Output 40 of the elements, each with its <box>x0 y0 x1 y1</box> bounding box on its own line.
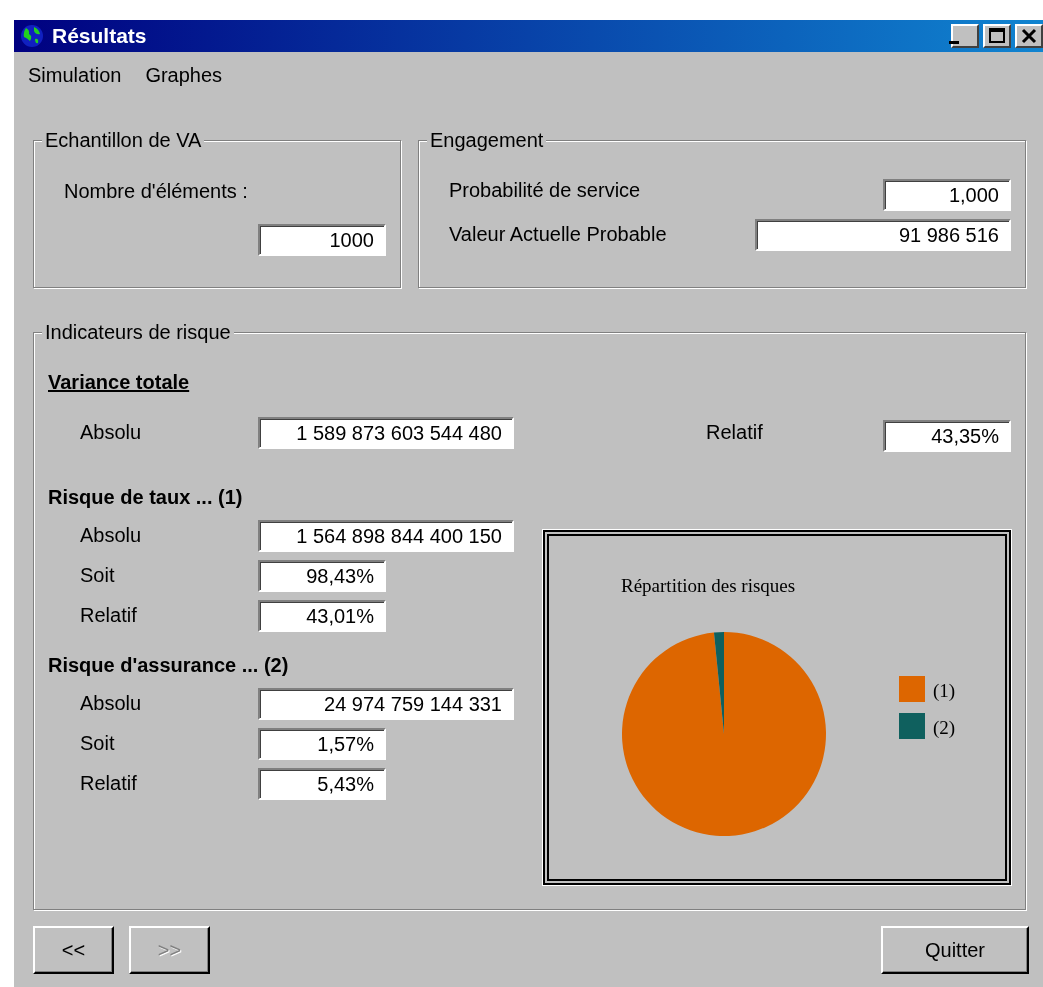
field-label: Soit <box>80 563 116 588</box>
window-title: Résultats <box>52 23 147 50</box>
section-heading: Risque d'assurance ... (2) <box>48 653 290 678</box>
field-label: Absolu <box>80 523 143 548</box>
legend-swatch <box>899 713 925 739</box>
field-label: Relatif <box>706 420 763 445</box>
field-label: Probabilité de service <box>449 178 641 203</box>
menu-item[interactable]: Simulation <box>28 60 122 90</box>
menu-item[interactable]: Graphes <box>145 60 223 90</box>
globe-icon <box>20 24 44 48</box>
input-field[interactable]: 43,01% <box>258 600 386 632</box>
field-label: Relatif <box>80 771 138 796</box>
field-label: Valeur Actuelle Probable <box>449 222 667 247</box>
field-label: Absolu <box>80 691 143 716</box>
input-field[interactable]: 98,43% <box>258 560 386 592</box>
input-field[interactable]: 43,35% <box>883 420 1011 452</box>
input-field[interactable]: 1 564 898 844 400 150 <box>258 520 514 552</box>
chart-title: Répartition des risques <box>621 575 796 596</box>
field-label: Absolu <box>80 420 143 445</box>
minimize-icon <box>949 41 959 44</box>
quit-button[interactable]: Quitter <box>881 926 1029 974</box>
field-label: Relatif <box>80 603 138 628</box>
close-button[interactable] <box>1015 24 1043 48</box>
input-field[interactable]: 1 589 873 603 544 480 <box>258 417 514 449</box>
input-field[interactable]: 24 974 759 144 331 <box>258 688 514 720</box>
input-field[interactable]: 91 986 516 <box>755 219 1011 251</box>
section-heading: Risque de taux ... (1) <box>48 485 244 510</box>
legend-swatch <box>899 676 925 702</box>
input-field[interactable]: 5,43% <box>258 768 386 800</box>
maximize-button[interactable] <box>983 24 1011 48</box>
section-heading: Variance totale <box>48 371 190 393</box>
field-label: Nombre d'éléments : <box>64 180 248 202</box>
nav-button[interactable]: << <box>33 926 114 974</box>
legend-label: (2) <box>933 717 956 738</box>
input-field[interactable]: 1,000 <box>883 179 1011 211</box>
input-field[interactable]: 1,57% <box>258 728 386 760</box>
minimize-button[interactable] <box>951 24 979 48</box>
field-label: Soit <box>80 731 116 756</box>
legend-label: (1) <box>933 680 956 701</box>
input-field[interactable]: 1000 <box>258 224 386 256</box>
